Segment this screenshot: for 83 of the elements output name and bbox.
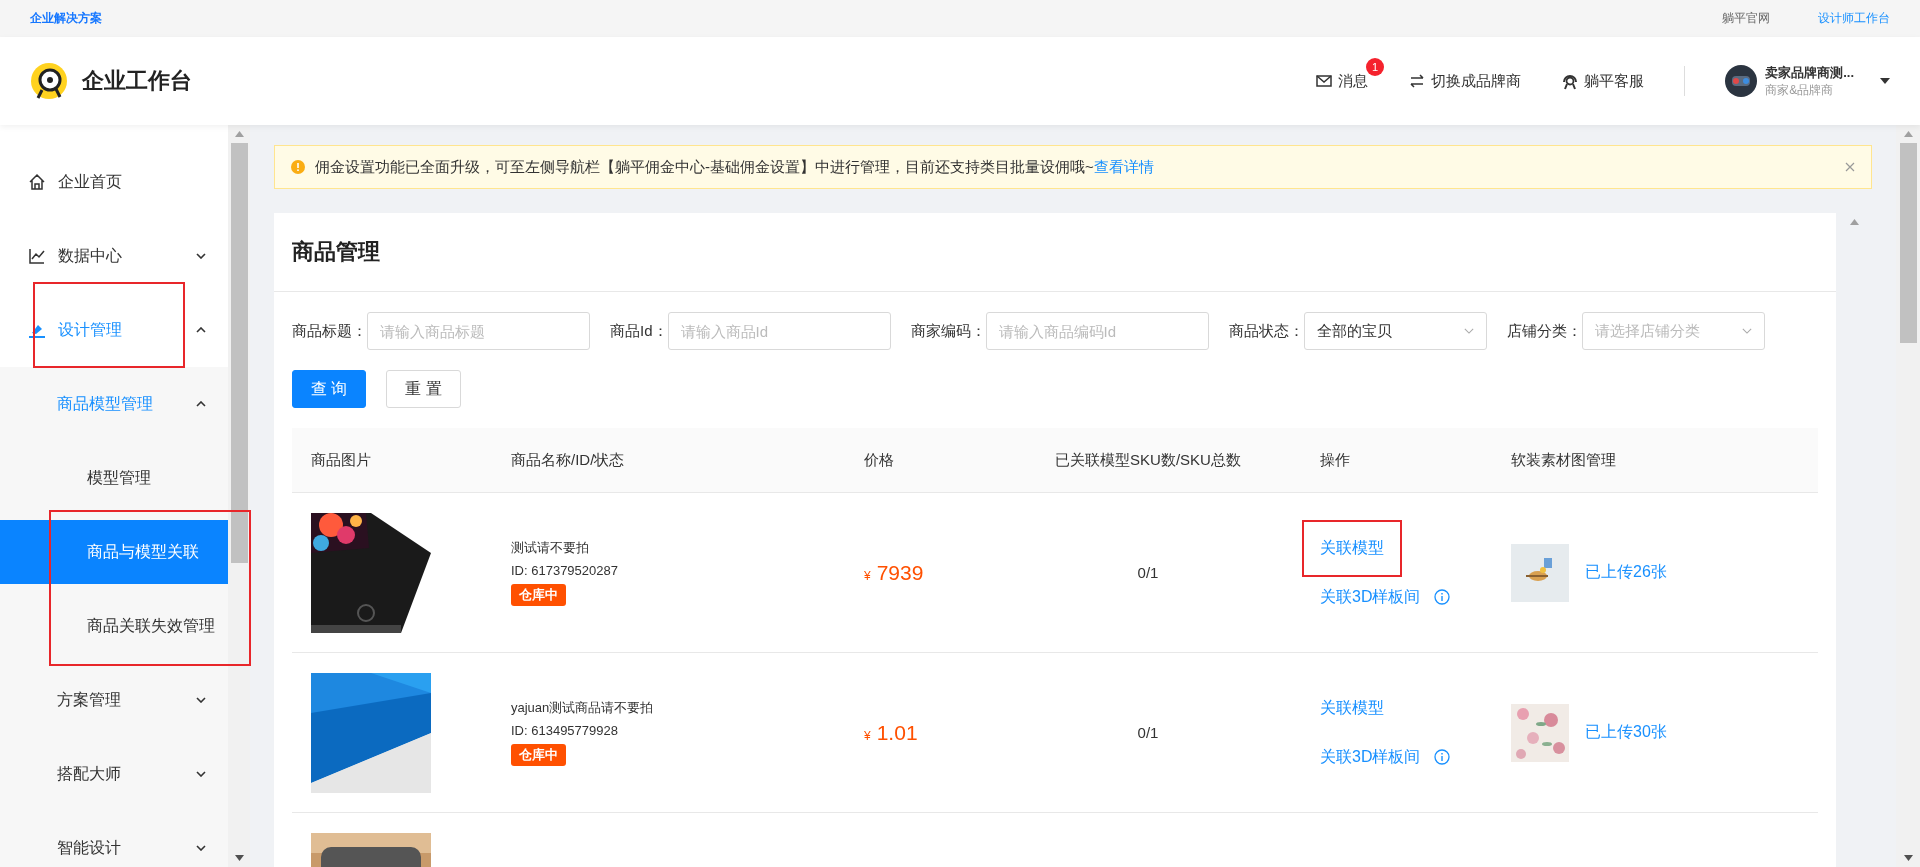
input-field[interactable]: 请输入商品Id [667,312,891,350]
reset-button[interactable]: 重 置 [386,370,461,408]
line-chart-icon [28,247,46,265]
menu-item[interactable]: 搭配大师 [0,737,228,811]
product-id: ID: 617379520287 [511,563,618,578]
product-name: 测试请不要拍 [511,539,589,557]
chevron-up-icon [196,327,206,333]
menu-item[interactable]: 智能设计 [0,811,228,867]
upload-count-link[interactable]: 已上传26张 [1585,562,1667,583]
nav-link[interactable]: 消息 [1315,71,1369,91]
select-field[interactable]: 全部的宝贝 [1303,312,1487,350]
column-header: 商品图片 [310,450,372,470]
product-name: yajuan测试商品请不要拍 [511,699,654,717]
chevron-down-icon [196,697,206,703]
page-title: 商品管理 [292,238,380,266]
input-field[interactable]: 请输入商品标题 [367,312,590,350]
field-label: 商品标题： [292,321,367,341]
notice-text: 佣金设置功能已全面升级，可至左侧导航栏【躺平佣金中心-基础佣金设置】中进行管理，目前还支持类目批量设佣哦~查看详情 [315,157,1155,177]
scroll-up-icon[interactable] [1849,219,1859,225]
scroll-down-icon[interactable] [1903,855,1913,861]
chevron-down-icon [1463,328,1474,334]
field-label: 商品Id： [610,321,668,341]
chevron-down-icon [1741,328,1752,334]
upload-count-link[interactable]: 已上传30张 [1585,722,1667,743]
count-badge: 1 [1366,57,1385,76]
info-icon[interactable] [1434,589,1451,605]
home-icon [28,173,46,191]
column-header: 商品名称/ID/状态 [510,450,626,470]
close-icon[interactable] [1845,162,1855,172]
action-link[interactable]: 关联3D样板间 [1320,746,1421,768]
price: ¥ 1.01 [864,725,918,743]
price: ¥ 7939 [864,565,924,583]
status-tag: 仓库中 [511,744,566,766]
headset-icon [1561,72,1580,90]
user-role: 商家&品牌商 [1765,81,1835,99]
chevron-up-icon [196,401,206,407]
input-field[interactable]: 请输入商品编码Id [985,312,1209,350]
menu-item[interactable]: 模型管理 [0,441,228,515]
menu-item[interactable]: 商品与模型关联 [0,520,228,584]
action-link[interactable]: 关联3D样板间 [1320,586,1421,608]
product-id: ID: 613495779928 [511,723,618,738]
column-header: 价格 [863,450,895,470]
menu-item[interactable]: 商品关联失效管理 [0,589,228,663]
sku-count: 0/1 [1137,564,1159,581]
status-tag: 仓库中 [511,584,566,606]
nav-link[interactable]: 切换成品牌商 [1408,71,1522,91]
logo-text: 企业工作台 [82,67,192,95]
scrollbar-thumb[interactable] [230,143,248,563]
menu-item[interactable]: 数据中心 [0,219,228,293]
scroll-down-icon[interactable] [234,855,244,861]
brand-link[interactable]: 企业解决方案 [30,10,102,27]
top-link[interactable]: 设计师工作台 [1818,10,1890,27]
avatar[interactable] [1725,65,1758,97]
chevron-down-icon [196,845,206,851]
envelope-icon [1315,72,1334,90]
logo-icon [30,62,68,100]
scroll-up-icon[interactable] [1903,131,1913,137]
caret-icon[interactable] [1880,78,1890,84]
menu-item[interactable]: 商品模型管理 [0,367,228,441]
sku-count: 0/1 [1137,724,1159,741]
menu-item[interactable]: 企业首页 [0,145,228,219]
action-link[interactable]: 关联模型 [1320,537,1384,559]
menu-item[interactable]: 设计管理 [0,293,228,367]
field-label: 商家编码： [910,321,986,341]
search-button[interactable]: 查 询 [292,370,367,408]
column-header: 已关联模型SKU数/SKU总数 [1054,450,1242,470]
field-label: 商品状态： [1228,321,1304,341]
top-link[interactable]: 躺平官网 [1722,10,1770,27]
column-header: 操作 [1319,450,1351,470]
chevron-down-icon [196,771,206,777]
scroll-up-icon[interactable] [234,131,244,137]
scrollbar-thumb[interactable] [1899,143,1917,343]
details-link[interactable]: 查看详情 [1093,157,1154,175]
column-header: 软装素材图管理 [1510,450,1617,470]
user-name: 卖家品牌商测... [1765,63,1854,82]
nav-link[interactable]: 躺平客服 [1561,71,1645,91]
info-icon[interactable] [1434,749,1451,765]
select-field[interactable]: 请选择店铺分类 [1581,312,1765,350]
menu-item[interactable]: 方案管理 [0,663,228,737]
chevron-down-icon [196,253,206,259]
field-label: 店铺分类： [1506,321,1582,341]
warning-icon [291,160,305,174]
action-link[interactable]: 关联模型 [1320,697,1384,719]
